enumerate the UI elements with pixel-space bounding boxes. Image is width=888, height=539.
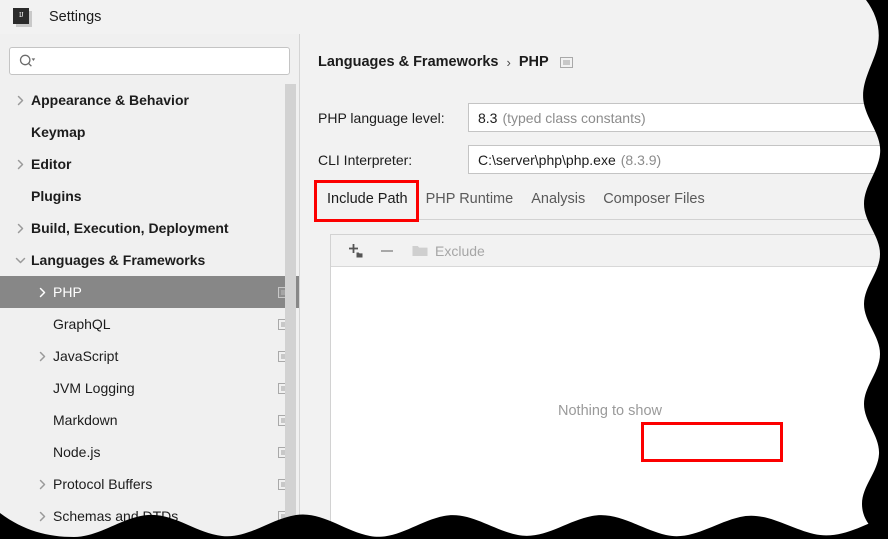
- intellij-idea-icon: IJ: [13, 7, 32, 27]
- sidebar-item-appearance-behavior[interactable]: Appearance & Behavior: [0, 84, 299, 116]
- sidebar-item-label: JVM Logging: [53, 380, 135, 396]
- sidebar-item-markdown[interactable]: Markdown: [0, 404, 299, 436]
- sidebar-item-php[interactable]: PHP: [0, 276, 299, 308]
- exclude-label: Exclude: [435, 242, 485, 259]
- breadcrumb-parent[interactable]: Languages & Frameworks: [318, 54, 499, 70]
- cli-interpreter-label: CLI Interpreter:: [318, 151, 413, 168]
- chevron-right-icon[interactable]: [36, 350, 49, 363]
- sidebar-item-graphql[interactable]: GraphQL: [0, 308, 299, 340]
- sidebar-item-label: Keymap: [31, 124, 86, 140]
- search-box[interactable]: [9, 47, 290, 75]
- sidebar-item-label: Plugins: [31, 188, 82, 204]
- chevron-right-icon[interactable]: [36, 286, 49, 299]
- sidebar-item-label: Node.js: [53, 444, 101, 460]
- include-path-list[interactable]: Nothing to show: [331, 267, 888, 539]
- include-path-toolbar: Exclude: [331, 235, 888, 267]
- project-settings-badge-icon: [559, 56, 573, 68]
- search-input[interactable]: [36, 53, 289, 69]
- chevron-down-icon[interactable]: [14, 254, 27, 267]
- nothing-to-show-text: Nothing to show: [558, 402, 662, 419]
- php-language-level-combo[interactable]: 8.3 (typed class constants): [468, 103, 888, 132]
- chevron-right-icon[interactable]: [14, 94, 27, 107]
- cli-interpreter-hint: (8.3.9): [620, 151, 662, 168]
- sidebar-item-protocol-buffers[interactable]: Protocol Buffers: [0, 468, 299, 500]
- breadcrumb-current: PHP: [518, 54, 549, 70]
- sidebar-item-label: Languages & Frameworks: [31, 252, 206, 268]
- exclude-button[interactable]: Exclude: [412, 243, 485, 259]
- sidebar-item-label: JavaScript: [53, 348, 119, 364]
- chevron-right-icon[interactable]: [14, 222, 27, 235]
- search-icon: [19, 54, 36, 68]
- title-bar: IJ Settings: [0, 0, 888, 35]
- sidebar-item-keymap[interactable]: Keymap: [0, 116, 299, 148]
- cli-interpreter-value: C:\server\php\php.exe: [478, 151, 616, 168]
- tab-php-runtime[interactable]: PHP Runtime: [417, 189, 523, 213]
- breadcrumb-separator: ›: [506, 54, 511, 70]
- settings-window: IJ Settings Appearance & Behavior Keymap E…: [0, 0, 888, 539]
- chevron-right-icon[interactable]: [14, 158, 27, 171]
- minus-icon[interactable]: [374, 240, 400, 262]
- sidebar-item-label: Protocol Buffers: [53, 476, 153, 492]
- sidebar-item-label: Appearance & Behavior: [31, 92, 189, 108]
- breadcrumb: Languages & Frameworks › PHP: [318, 54, 573, 70]
- tabs-separator: [318, 219, 878, 220]
- settings-sidebar: Appearance & Behavior Keymap Editor Plugins…: [0, 34, 300, 539]
- php-language-level-row: PHP language level: 8.3 (typed class con…: [318, 103, 888, 132]
- tab-include-path[interactable]: Include Path: [318, 189, 417, 213]
- include-path-panel: Exclude Nothing to show: [330, 234, 888, 539]
- sidebar-item-build-execution-deployment[interactable]: Build, Execution, Deployment: [0, 212, 299, 244]
- tab-composer-files[interactable]: Composer Files: [594, 189, 714, 213]
- php-language-level-value: 8.3: [478, 109, 498, 126]
- cli-interpreter-row: CLI Interpreter: C:\server\php\php.exe (…: [318, 145, 888, 174]
- sidebar-scrollbar[interactable]: [285, 84, 296, 528]
- sidebar-item-label: Schemas and DTDs: [53, 508, 179, 524]
- chevron-right-icon[interactable]: [36, 478, 49, 491]
- chevron-right-icon[interactable]: [36, 510, 49, 523]
- cli-interpreter-combo[interactable]: C:\server\php\php.exe (8.3.9): [468, 145, 888, 174]
- window-title: Settings: [49, 9, 102, 25]
- sidebar-item-schemas-and-dtds[interactable]: Schemas and DTDs: [0, 500, 299, 532]
- settings-tree: Appearance & Behavior Keymap Editor Plugins…: [0, 84, 299, 532]
- sidebar-item-label: Build, Execution, Deployment: [31, 220, 229, 236]
- sidebar-item-plugins[interactable]: Plugins: [0, 180, 299, 212]
- php-language-level-label: PHP language level:: [318, 109, 445, 126]
- sidebar-item-javascript[interactable]: JavaScript: [0, 340, 299, 372]
- add-folder-icon[interactable]: [342, 240, 368, 262]
- sidebar-item-label: Editor: [31, 156, 72, 172]
- folder-icon: [412, 244, 428, 257]
- sidebar-item-node-js[interactable]: Node.js: [0, 436, 299, 468]
- settings-main-panel: Languages & Frameworks › PHP PHP languag…: [300, 34, 888, 539]
- php-settings-tabs: Include Path PHP Runtime Analysis Composer …: [318, 189, 714, 213]
- php-language-level-hint: (typed class constants): [502, 109, 646, 126]
- sidebar-item-label: GraphQL: [53, 316, 111, 332]
- sidebar-item-languages-frameworks[interactable]: Languages & Frameworks: [0, 244, 299, 276]
- sidebar-item-label: Markdown: [53, 412, 118, 428]
- tab-analysis[interactable]: Analysis: [522, 189, 594, 213]
- sidebar-item-editor[interactable]: Editor: [0, 148, 299, 180]
- sidebar-item-jvm-logging[interactable]: JVM Logging: [0, 372, 299, 404]
- sidebar-item-label: PHP: [53, 284, 82, 300]
